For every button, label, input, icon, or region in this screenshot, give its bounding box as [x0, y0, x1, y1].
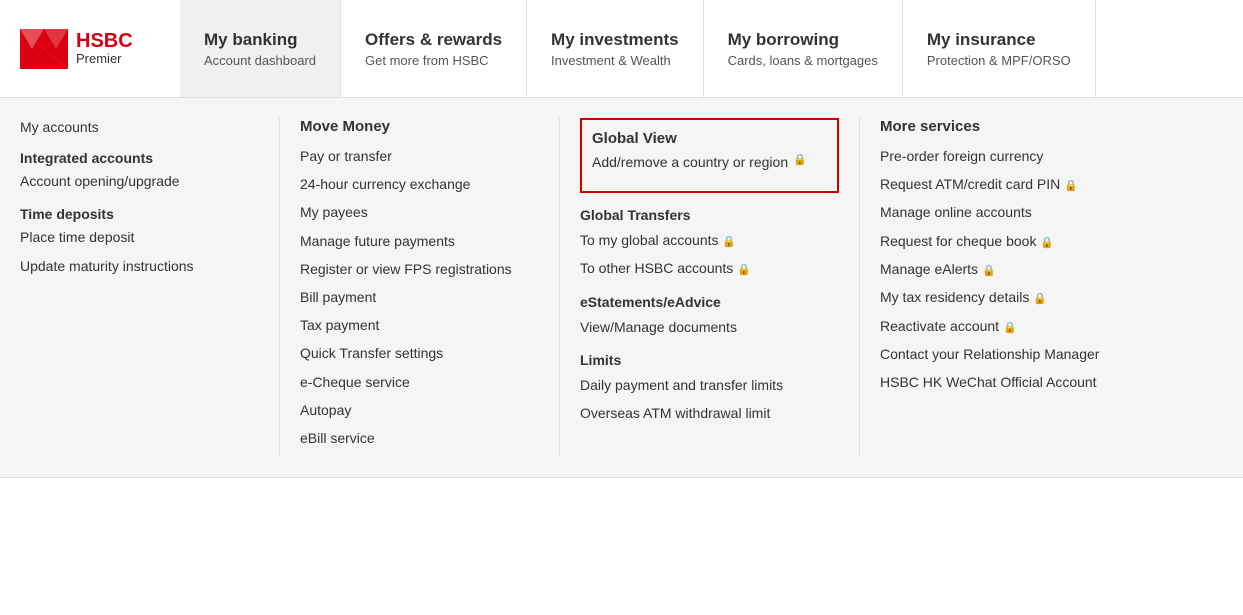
nav-item-subtitle-offers: Get more from HSBC — [365, 53, 502, 68]
ebill-link[interactable]: eBill service — [300, 429, 539, 447]
time-deposits-title: Time deposits — [20, 206, 259, 222]
tax-payment-link[interactable]: Tax payment — [300, 316, 539, 334]
view-manage-documents-link[interactable]: View/Manage documents — [580, 318, 839, 336]
manage-future-payments-link[interactable]: Manage future payments — [300, 232, 539, 250]
nav-item-title-my-banking: My banking — [204, 30, 316, 50]
dropdown-menu: My accounts Integrated accounts Account … — [0, 98, 1243, 478]
lock-icon-reactivate: 🔒 — [1003, 322, 1017, 334]
daily-payment-limits-link[interactable]: Daily payment and transfer limits — [580, 376, 839, 394]
nav-item-title-insurance: My insurance — [927, 30, 1071, 50]
nav-item-offers[interactable]: Offers & rewards Get more from HSBC — [341, 0, 527, 97]
estatements-title: eStatements/eAdvice — [580, 294, 839, 310]
estatements-section: eStatements/eAdvice View/Manage document… — [580, 294, 839, 336]
logo-hsbc-label: HSBC — [76, 31, 133, 51]
relationship-manager-link[interactable]: Contact your Relationship Manager — [880, 345, 1120, 363]
nav-item-investments[interactable]: My investments Investment & Wealth — [527, 0, 704, 97]
global-view-title: Global View — [592, 130, 827, 147]
currency-exchange-link[interactable]: 24-hour currency exchange — [300, 175, 539, 193]
nav-item-title-borrowing: My borrowing — [728, 30, 878, 50]
global-view-link-text: Add/remove a country or region — [592, 153, 788, 171]
logo-premier-label: Premier — [76, 51, 133, 66]
nav-item-subtitle-my-banking: Account dashboard — [204, 53, 316, 68]
place-time-deposit-link[interactable]: Place time deposit — [20, 228, 259, 246]
to-my-global-accounts-link[interactable]: To my global accounts 🔒 — [580, 231, 839, 249]
logo-text: HSBC Premier — [76, 31, 133, 66]
my-accounts-link[interactable]: My accounts — [20, 118, 259, 136]
manage-online-accounts-link[interactable]: Manage online accounts — [880, 203, 1120, 221]
overseas-atm-limit-link[interactable]: Overseas ATM withdrawal limit — [580, 404, 839, 422]
global-transfers-title: Global Transfers — [580, 207, 839, 223]
dropdown-col-global: Global View Add/remove a country or regi… — [560, 118, 860, 457]
manage-ealerts-link[interactable]: Manage eAlerts 🔒 — [880, 260, 1120, 278]
my-payees-link[interactable]: My payees — [300, 203, 539, 221]
fps-registrations-link[interactable]: Register or view FPS registrations — [300, 260, 539, 278]
lock-icon-other-hsbc: 🔒 — [737, 264, 751, 276]
nav-item-subtitle-investments: Investment & Wealth — [551, 53, 679, 68]
integrated-accounts-section: Integrated accounts Account opening/upgr… — [20, 150, 259, 190]
time-deposits-section: Time deposits Place time deposit Update … — [20, 206, 259, 274]
global-view-link[interactable]: Add/remove a country or region 🔒 — [592, 153, 827, 171]
nav-item-insurance[interactable]: My insurance Protection & MPF/ORSO — [903, 0, 1096, 97]
lock-icon-tax: 🔒 — [1033, 293, 1047, 305]
hsbc-logo-icon — [20, 29, 68, 69]
dropdown-col-move-money: Move Money Pay or transfer 24-hour curre… — [280, 118, 560, 457]
nav-item-subtitle-insurance: Protection & MPF/ORSO — [927, 53, 1071, 68]
bill-payment-link[interactable]: Bill payment — [300, 288, 539, 306]
global-view-lock-icon: 🔒 — [793, 153, 807, 167]
request-cheque-book-link[interactable]: Request for cheque book 🔒 — [880, 232, 1120, 250]
global-transfers-section: Global Transfers To my global accounts 🔒… — [580, 207, 839, 278]
global-view-box: Global View Add/remove a country or regi… — [580, 118, 839, 193]
wechat-link[interactable]: HSBC HK WeChat Official Account — [880, 373, 1120, 391]
more-services-title: More services — [880, 118, 1120, 135]
limits-section: Limits Daily payment and transfer limits… — [580, 352, 839, 422]
reactivate-account-link[interactable]: Reactivate account 🔒 — [880, 317, 1120, 335]
nav-item-title-investments: My investments — [551, 30, 679, 50]
dropdown-col-accounts: My accounts Integrated accounts Account … — [0, 118, 280, 457]
account-opening-link[interactable]: Account opening/upgrade — [20, 172, 259, 190]
echeque-link[interactable]: e-Cheque service — [300, 373, 539, 391]
pay-or-transfer-link[interactable]: Pay or transfer — [300, 147, 539, 165]
move-money-title: Move Money — [300, 118, 539, 135]
logo-icon: HSBC Premier — [20, 29, 133, 69]
pre-order-currency-link[interactable]: Pre-order foreign currency — [880, 147, 1120, 165]
nav-item-borrowing[interactable]: My borrowing Cards, loans & mortgages — [704, 0, 903, 97]
lock-icon-atm: 🔒 — [1064, 180, 1078, 192]
lock-icon-ealerts: 🔒 — [982, 265, 996, 277]
integrated-accounts-title: Integrated accounts — [20, 150, 259, 166]
to-other-hsbc-link[interactable]: To other HSBC accounts 🔒 — [580, 259, 839, 277]
request-atm-pin-link[interactable]: Request ATM/credit card PIN 🔒 — [880, 175, 1120, 193]
nav-item-subtitle-borrowing: Cards, loans & mortgages — [728, 53, 878, 68]
nav-item-my-banking[interactable]: My banking Account dashboard — [180, 0, 341, 97]
limits-title: Limits — [580, 352, 839, 368]
nav-items: My banking Account dashboard Offers & re… — [180, 0, 1096, 97]
autopay-link[interactable]: Autopay — [300, 401, 539, 419]
update-maturity-link[interactable]: Update maturity instructions — [20, 257, 259, 275]
header: HSBC Premier My banking Account dashboar… — [0, 0, 1243, 98]
lock-icon-global: 🔒 — [722, 236, 736, 248]
dropdown-col-more-services: More services Pre-order foreign currency… — [860, 118, 1140, 457]
logo-area: HSBC Premier — [0, 0, 180, 97]
nav-item-title-offers: Offers & rewards — [365, 30, 502, 50]
lock-icon-cheque: 🔒 — [1040, 237, 1054, 249]
tax-residency-link[interactable]: My tax residency details 🔒 — [880, 288, 1120, 306]
quick-transfer-link[interactable]: Quick Transfer settings — [300, 344, 539, 362]
